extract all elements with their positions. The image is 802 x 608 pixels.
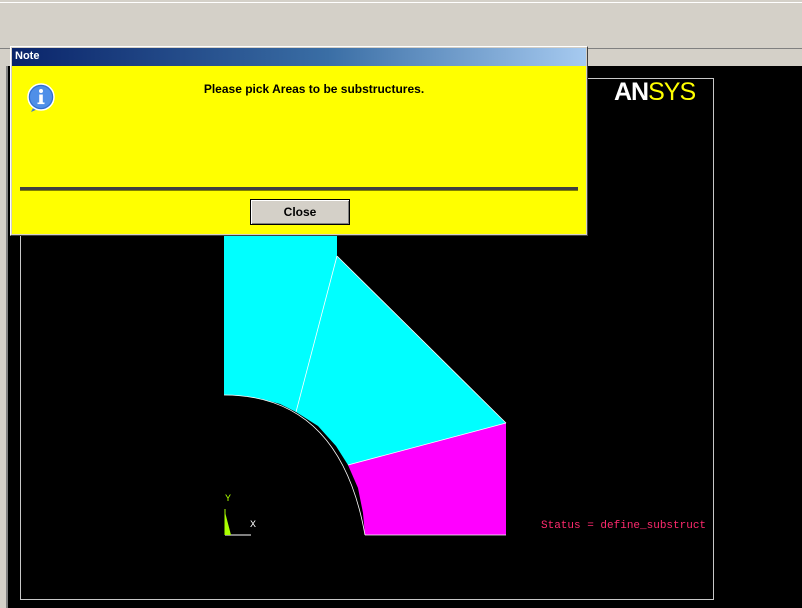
- triad-z-mark: [225, 512, 231, 535]
- close-button[interactable]: Close: [250, 199, 350, 225]
- axis-y-label: Y: [225, 494, 232, 505]
- dialog-body: Please pick Areas to be substructures. C…: [12, 66, 586, 234]
- dialog-title: Note: [15, 50, 40, 62]
- dialog-titlebar[interactable]: Note: [12, 48, 586, 66]
- status-text: Status = define_substruct: [541, 520, 707, 532]
- ansys-logo: ANSYS: [614, 78, 696, 106]
- dialog-separator: [20, 187, 578, 191]
- axis-x-label: X: [250, 520, 257, 531]
- note-dialog: Note Please pick Areas to be substructur…: [10, 46, 588, 236]
- dialog-message: Please pick Areas to be substructures.: [203, 82, 425, 96]
